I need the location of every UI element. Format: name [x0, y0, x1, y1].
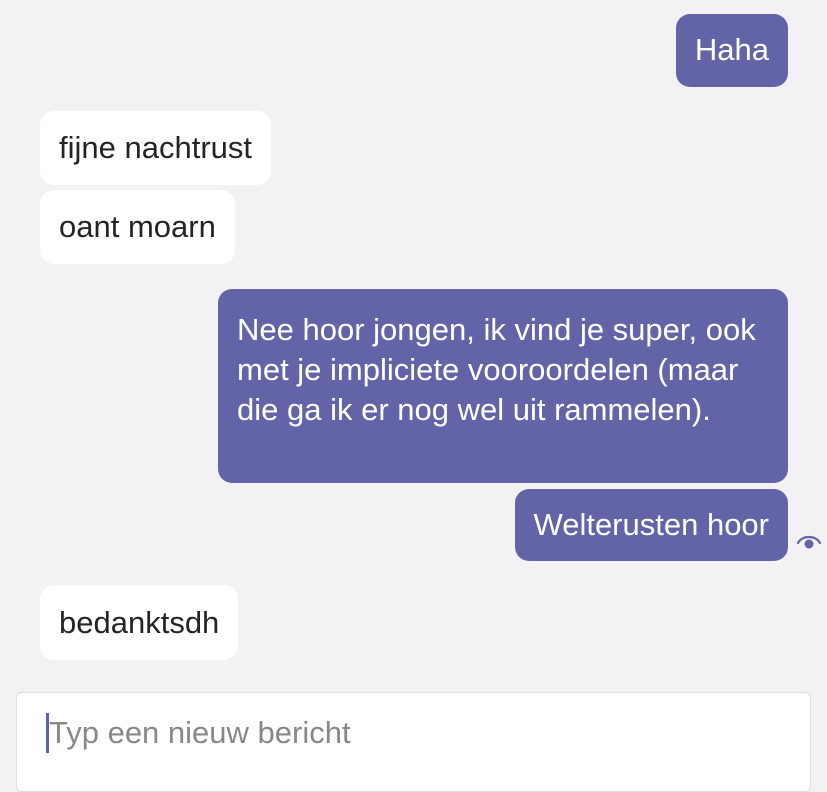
- eye-icon: [796, 535, 822, 549]
- message-text: bedanktsdh: [59, 605, 220, 640]
- outgoing-message[interactable]: Nee hoor jongen, ik vind je super, ook m…: [218, 289, 788, 483]
- incoming-message[interactable]: oant moarn: [40, 190, 235, 264]
- message-text: Haha: [694, 32, 769, 67]
- message-text: Welterusten hoor: [533, 507, 770, 542]
- message-text: fijne nachtrust: [59, 130, 252, 165]
- incoming-message[interactable]: bedanktsdh: [40, 585, 239, 660]
- message-input[interactable]: [49, 711, 749, 755]
- message-text: Nee hoor jongen, ik vind je super, ook m…: [237, 312, 756, 427]
- outgoing-message[interactable]: Haha: [675, 14, 788, 87]
- incoming-message[interactable]: fijne nachtrust: [40, 111, 271, 185]
- outgoing-message[interactable]: Welterusten hoor: [514, 489, 788, 561]
- message-text: oant moarn: [59, 209, 216, 244]
- message-composer[interactable]: [16, 692, 811, 792]
